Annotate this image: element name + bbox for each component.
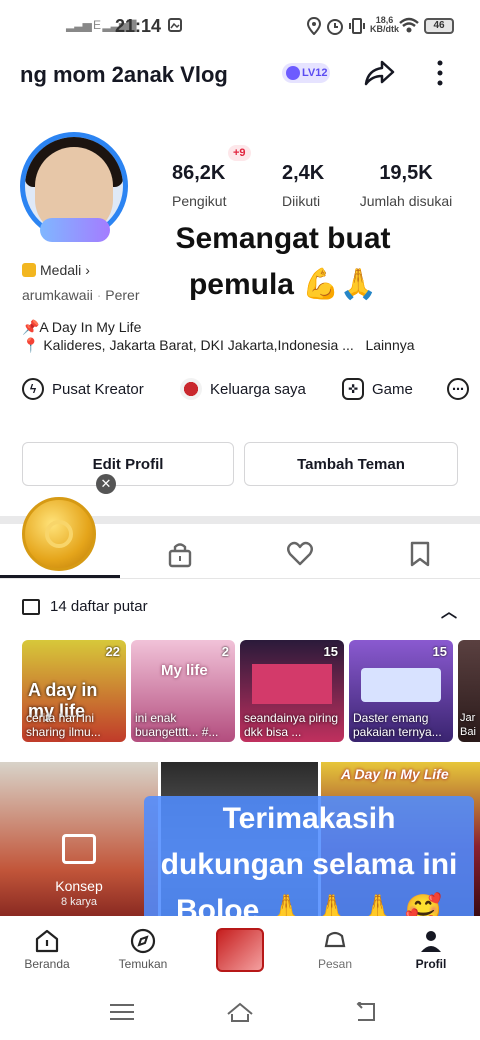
gamepad-icon: ✜ xyxy=(342,378,364,400)
status-bar: ▂▃▅ E ▂▃▅▇ 21:14 18,6 KB/dtk 46 xyxy=(0,0,480,52)
menu-icon[interactable] xyxy=(108,1002,136,1022)
floating-coin-widget[interactable] xyxy=(22,497,96,571)
playlist-card[interactable]: 15 Daster emang pakaian ternya... xyxy=(349,640,453,742)
playlist-icon xyxy=(22,598,40,615)
nav-discover[interactable]: Temukan xyxy=(108,928,178,971)
compass-icon xyxy=(130,928,156,954)
chat-bubble-icon: ⋯ xyxy=(447,378,469,400)
net-speed: 18,6 KB/dtk xyxy=(370,15,399,34)
family-icon xyxy=(180,378,202,400)
edit-profile-button[interactable]: Edit Profil xyxy=(22,442,234,486)
inbox-icon xyxy=(324,931,346,948)
create-button[interactable] xyxy=(216,928,264,972)
playlist-card[interactable]: 15 seandainya piring dkk bisa ... xyxy=(240,640,344,742)
clock: 21:14 xyxy=(115,16,162,36)
battery-icon: 46 xyxy=(424,18,454,34)
creator-center-link[interactable]: ϟ Pusat Kreator xyxy=(22,378,144,400)
more-options-icon[interactable] xyxy=(430,58,450,88)
following-stat[interactable]: 2,4K Diikuti xyxy=(282,162,324,209)
profile-nickname: ng mom 2anak Vlog xyxy=(20,62,228,87)
family-link[interactable]: Keluarga saya xyxy=(180,378,306,400)
nav-inbox[interactable]: Pesan xyxy=(300,928,370,971)
username: arumkawaii · Perer xyxy=(22,287,140,303)
level-shield-icon xyxy=(286,66,300,80)
video-caption-overlay-top: Semangat buat pemula 💪🙏 xyxy=(156,216,410,316)
medal-link[interactable]: Medali › xyxy=(22,262,90,278)
game-link[interactable]: ✜ Game xyxy=(342,378,413,400)
close-icon[interactable]: ✕ xyxy=(96,474,116,494)
chevron-up-icon[interactable]: ︿ xyxy=(441,598,457,622)
bolt-icon: ϟ xyxy=(22,378,44,400)
tab-divider xyxy=(0,578,480,579)
avatar[interactable] xyxy=(12,128,136,246)
tab-liked-heart-icon[interactable] xyxy=(286,540,314,568)
nav-home[interactable]: Beranda xyxy=(12,928,82,971)
tab-private-lock-icon[interactable] xyxy=(166,540,194,568)
location-icon xyxy=(306,17,322,35)
nav-profile[interactable]: Profil xyxy=(396,928,466,971)
add-friend-button[interactable]: Tambah Teman xyxy=(244,442,458,486)
likes-stat[interactable]: 19,5K Jumlah disukai xyxy=(358,162,454,209)
wifi-icon xyxy=(399,17,419,33)
alarm-icon xyxy=(327,19,343,35)
playlist-header[interactable]: 14 daftar putar xyxy=(22,598,148,615)
playlist-card[interactable]: Jar Bai xyxy=(458,640,480,742)
tab-bookmark-icon[interactable] xyxy=(406,540,434,568)
avatar-frame-decoration xyxy=(40,218,110,242)
chat-link[interactable]: ⋯ xyxy=(447,378,469,400)
drafts-folder-icon xyxy=(62,834,96,864)
drafts-count: 8 karya xyxy=(60,896,98,908)
back-icon[interactable] xyxy=(352,1002,380,1022)
home-icon xyxy=(35,929,59,953)
playlist-card[interactable]: A day in my life 22 cerita hari ini shar… xyxy=(22,640,126,742)
drafts-label: Konsep xyxy=(55,878,103,894)
home-system-icon[interactable] xyxy=(226,1002,254,1022)
bio-line-2: 📍 Kalideres, Jakarta Barat, DKI Jakarta,… xyxy=(22,337,415,353)
share-icon[interactable] xyxy=(362,58,396,88)
playlist-card[interactable]: My life 2 ini enak buangetttt... #... xyxy=(131,640,235,742)
bio-more-link[interactable]: Lainnya xyxy=(365,337,414,353)
medal-icon xyxy=(22,263,36,277)
followers-stat[interactable]: 86,2K Pengikut xyxy=(172,162,226,209)
level-badge[interactable]: LV12 xyxy=(282,63,330,83)
vibrate-icon xyxy=(349,18,365,34)
new-followers-badge: +9 xyxy=(228,145,251,161)
profile-icon xyxy=(421,931,441,952)
bio-line-1: 📌A Day In My Life xyxy=(22,319,142,335)
gallery-icon xyxy=(168,18,182,32)
